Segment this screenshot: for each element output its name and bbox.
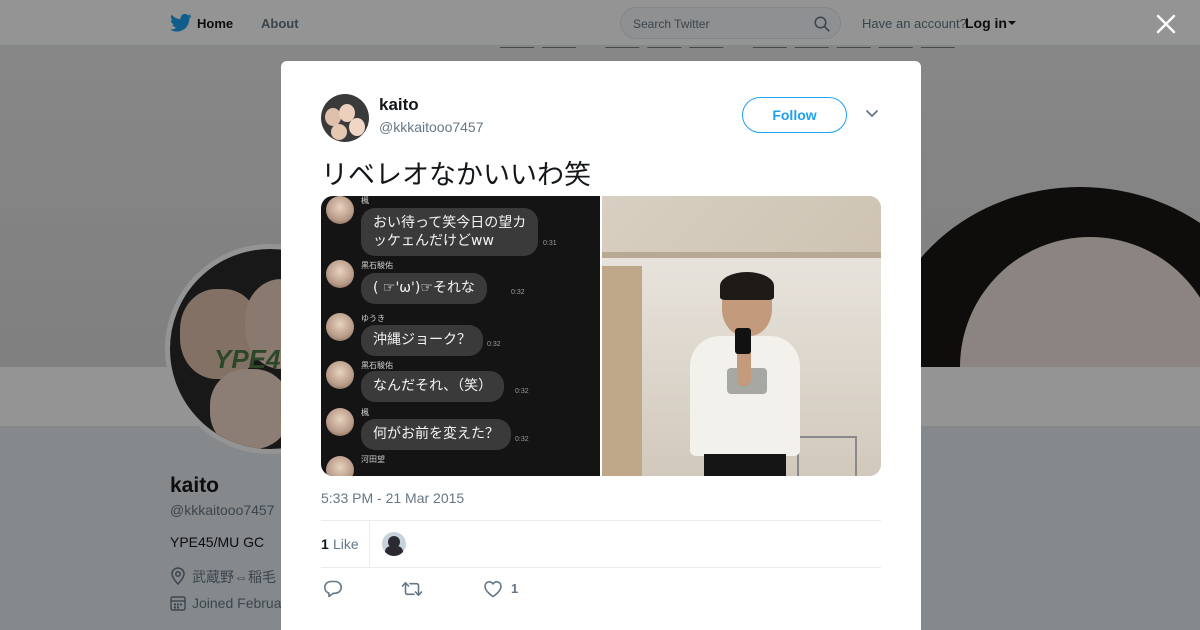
chat-avatar [326,456,354,476]
tweet-modal: kaito @kkkaitooo7457 Follow リベレオなかいいわ笑 楓… [281,61,921,630]
chat-sender: 楓 [361,408,369,417]
chat-time: 0:32 [515,388,529,395]
chat-time: 0:32 [515,436,529,443]
chat-avatar [326,408,354,436]
tweet-text: リベレオなかいいわ笑 [321,160,591,191]
liker-avatar[interactable] [382,532,406,556]
divider [321,520,881,521]
author-avatar[interactable] [321,94,369,142]
chat-avatar [326,313,354,341]
chat-time: 0:31 [543,240,557,247]
divider [369,521,370,567]
mirror-selfie-image[interactable] [602,196,881,476]
reply-icon[interactable] [323,579,343,599]
close-icon[interactable] [1154,12,1178,36]
tweet-media[interactable]: 楓 おい待って笑今日の望カ ッケェんだけどww 0:31 黒石駿佑 ( ☞'ω'… [321,196,881,476]
chat-bubble: ( ☞'ω')☞それな [361,273,487,304]
like-action-count[interactable]: 1 [511,581,518,596]
chat-bubble: 沖縄ジョーク？ [361,325,483,356]
chat-sender: 楓 [361,196,369,205]
chat-avatar [326,260,354,288]
chat-avatar [326,196,354,224]
chat-bubble: なんだそれ、（笑） [361,371,505,402]
author-name[interactable]: kaito [379,95,419,115]
chat-bubble: おい待って笑今日の望カ ッケェんだけどww [361,208,539,256]
divider [321,567,881,568]
chat-screenshot-image[interactable]: 楓 おい待って笑今日の望カ ッケェんだけどww 0:31 黒石駿佑 ( ☞'ω'… [321,196,600,476]
chat-sender: 黒石駿佑 [361,361,393,370]
chat-time: 0:32 [511,289,525,296]
retweet-icon[interactable] [401,579,423,599]
chat-sender: 黒石駿佑 [361,261,393,270]
author-handle[interactable]: @kkkaitooo7457 [379,119,484,135]
tweet-timestamp[interactable]: 5:33 PM - 21 Mar 2015 [321,490,464,506]
chat-time: 0:32 [487,341,501,348]
chat-sender: 河田望 [361,455,385,464]
heart-icon[interactable] [483,579,503,599]
chat-sender: ゆうき [361,314,385,323]
likes-count[interactable]: 1 [321,536,329,552]
likes-label[interactable]: Like [333,536,359,552]
chat-avatar [326,361,354,389]
chat-bubble: 何がお前を変えた？ [361,419,511,450]
chevron-down-icon[interactable] [865,109,879,119]
follow-button[interactable]: Follow [742,97,847,133]
